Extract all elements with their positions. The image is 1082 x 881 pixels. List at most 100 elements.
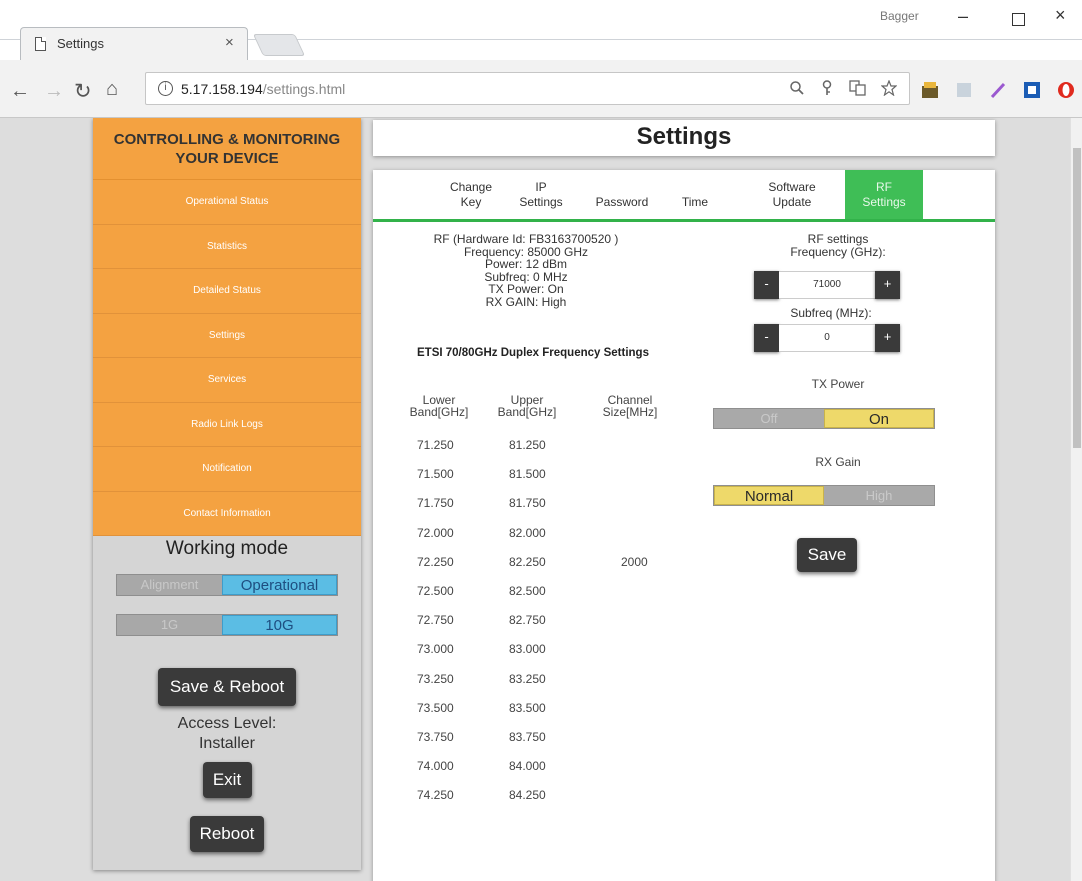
extension-box-icon[interactable] bbox=[1022, 80, 1042, 100]
window-close-icon[interactable]: × bbox=[1055, 5, 1066, 26]
tab-rf-settings[interactable]: RF Settings bbox=[845, 170, 923, 219]
mode-alignment-option[interactable]: Alignment bbox=[117, 575, 222, 595]
translate-icon[interactable] bbox=[849, 80, 866, 96]
speed-1g-option[interactable]: 1G bbox=[117, 615, 222, 635]
tab-label-2: Settings bbox=[519, 194, 563, 209]
back-icon[interactable]: ← bbox=[10, 80, 30, 103]
opera-icon[interactable] bbox=[1056, 80, 1076, 100]
tab-label-1: IP bbox=[535, 179, 547, 194]
frequency-plus-button[interactable]: + bbox=[875, 271, 900, 299]
channel-size-value: 2000 bbox=[621, 554, 648, 569]
channel-size-header: Channel Size[MHz] bbox=[595, 394, 665, 418]
rx-gain-high-option[interactable]: High bbox=[824, 486, 934, 505]
tx-power-label: TX Power bbox=[811, 377, 865, 391]
reload-icon[interactable]: ↻ bbox=[74, 79, 92, 104]
sidebar-item-settings[interactable]: Settings bbox=[93, 313, 361, 358]
sidebar-item-detailed-status[interactable]: Detailed Status bbox=[93, 269, 361, 314]
save-reboot-button[interactable]: Save & Reboot bbox=[158, 668, 296, 706]
zoom-icon[interactable] bbox=[789, 80, 805, 96]
tab-ip-settings[interactable]: IP Settings bbox=[511, 170, 571, 219]
table-row: 73.000 83.000 bbox=[417, 642, 677, 660]
tab-change-key[interactable]: Change Key bbox=[445, 170, 497, 219]
frequency-input[interactable]: 71000 bbox=[779, 271, 875, 299]
table-row: 73.500 83.500 bbox=[417, 701, 677, 719]
sidebar-item-services[interactable]: Services bbox=[93, 358, 361, 403]
tx-power-toggle[interactable]: Off On bbox=[713, 408, 935, 429]
page-scrollbar[interactable] bbox=[1070, 118, 1082, 881]
address-bar[interactable]: i 5.17.158.194/settings.html bbox=[145, 72, 910, 105]
frequency-label: Frequency (GHz): bbox=[790, 244, 886, 259]
speed-toggle[interactable]: 1G 10G bbox=[116, 614, 338, 636]
sidebar-item-notification[interactable]: Notification bbox=[93, 447, 361, 492]
profile-name[interactable]: Bagger bbox=[880, 9, 919, 23]
rf-tx-power: TX Power: On bbox=[488, 282, 564, 296]
extension-tray-icon[interactable] bbox=[920, 80, 940, 100]
extension-grey-icon[interactable] bbox=[954, 80, 974, 100]
tab-time[interactable]: Time bbox=[669, 170, 721, 219]
subfreq-plus-button[interactable]: + bbox=[875, 324, 900, 352]
tab-password[interactable]: Password bbox=[585, 170, 659, 219]
omnibox-icons bbox=[789, 80, 897, 96]
rf-hardware-id: RF (Hardware Id: FB3163700520 ) bbox=[433, 232, 619, 246]
lower-band-value: 73.750 bbox=[417, 730, 454, 744]
sidebar-item-statistics[interactable]: Statistics bbox=[93, 224, 361, 269]
minimize-icon[interactable]: – bbox=[958, 6, 968, 27]
extension-pen-icon[interactable] bbox=[988, 80, 1008, 100]
lower-band-value: 71.500 bbox=[417, 467, 454, 482]
subfreq-label: Subfreq (MHz): bbox=[790, 306, 872, 320]
info-icon[interactable]: i bbox=[158, 81, 173, 96]
tab-label-1: Software bbox=[768, 179, 816, 194]
extension-icons bbox=[920, 80, 1076, 100]
forward-icon[interactable]: → bbox=[44, 80, 64, 103]
rf-settings-block: RF settings Frequency (GHz): bbox=[763, 233, 913, 258]
lower-band-value: 71.250 bbox=[417, 438, 454, 452]
speed-10g-option[interactable]: 10G bbox=[222, 615, 337, 635]
scrollbar-thumb[interactable] bbox=[1073, 148, 1081, 448]
subfreq-input[interactable]: 0 bbox=[779, 324, 875, 352]
sidebar-item-operational-status[interactable]: Operational Status bbox=[93, 180, 361, 225]
browser-tab[interactable]: Settings × bbox=[20, 27, 248, 60]
rx-gain-normal-option[interactable]: Normal bbox=[714, 486, 824, 505]
tx-power-on-option[interactable]: On bbox=[824, 409, 934, 428]
subfreq-stepper[interactable]: - 0 + bbox=[754, 324, 900, 352]
tx-power-off-option[interactable]: Off bbox=[714, 409, 824, 428]
tab-close-icon[interactable]: × bbox=[225, 34, 234, 51]
mode-toggle[interactable]: Alignment Operational bbox=[116, 574, 338, 596]
sidebar: CONTROLLING & MONITORING YOUR DEVICE Ope… bbox=[93, 118, 361, 870]
exit-button[interactable]: Exit bbox=[202, 762, 252, 798]
frequency-minus-button[interactable]: - bbox=[754, 271, 779, 299]
key-icon[interactable] bbox=[820, 80, 834, 96]
subfreq-minus-button[interactable]: - bbox=[754, 324, 779, 352]
rf-rx-gain: RX GAIN: High bbox=[485, 294, 567, 309]
tab-label-1: Password bbox=[595, 194, 649, 209]
table-row: 72.750 82.750 bbox=[417, 613, 677, 631]
upper-band-value: 83.750 bbox=[509, 730, 546, 744]
mode-operational-option[interactable]: Operational bbox=[222, 575, 337, 595]
maximize-icon[interactable] bbox=[1012, 13, 1025, 26]
settings-panel: Change Key IP Settings Password Time Softw… bbox=[373, 170, 995, 881]
upper-band-value: 83.500 bbox=[509, 700, 546, 715]
frequency-stepper[interactable]: - 71000 + bbox=[754, 271, 900, 299]
tab-software-update[interactable]: Software Update bbox=[761, 170, 823, 219]
rx-gain-toggle[interactable]: Normal High bbox=[713, 485, 935, 506]
reboot-button[interactable]: Reboot bbox=[190, 816, 264, 852]
table-row: 73.250 83.250 bbox=[417, 672, 677, 690]
rx-gain-label: RX Gain bbox=[815, 455, 861, 469]
sidebar-item-radio-link-logs[interactable]: Radio Link Logs bbox=[93, 402, 361, 447]
upper-band-value: 82.750 bbox=[509, 613, 546, 628]
table-row: 72.250 82.250 2000 bbox=[417, 555, 677, 573]
sidebar-item-contact-information[interactable]: Contact Information bbox=[93, 491, 361, 536]
new-tab-button[interactable] bbox=[252, 34, 306, 56]
url-text[interactable]: 5.17.158.194/settings.html bbox=[181, 81, 345, 97]
save-button[interactable]: Save bbox=[797, 538, 857, 572]
lower-band-value: 72.750 bbox=[417, 613, 454, 628]
upper-band-value: 81.500 bbox=[509, 467, 546, 482]
upper-band-header: Upper Band[GHz] bbox=[497, 394, 557, 418]
table-row: 72.000 82.000 bbox=[417, 526, 677, 544]
home-icon[interactable]: ⌂ bbox=[106, 78, 118, 101]
page-content: CONTROLLING & MONITORING YOUR DEVICE Ope… bbox=[0, 118, 1082, 881]
bookmark-star-icon[interactable] bbox=[881, 80, 897, 96]
lower-band-header-line2: Band[GHz] bbox=[409, 405, 469, 419]
table-row: 73.750 83.750 bbox=[417, 730, 677, 748]
working-mode-title: Working mode bbox=[165, 538, 289, 559]
